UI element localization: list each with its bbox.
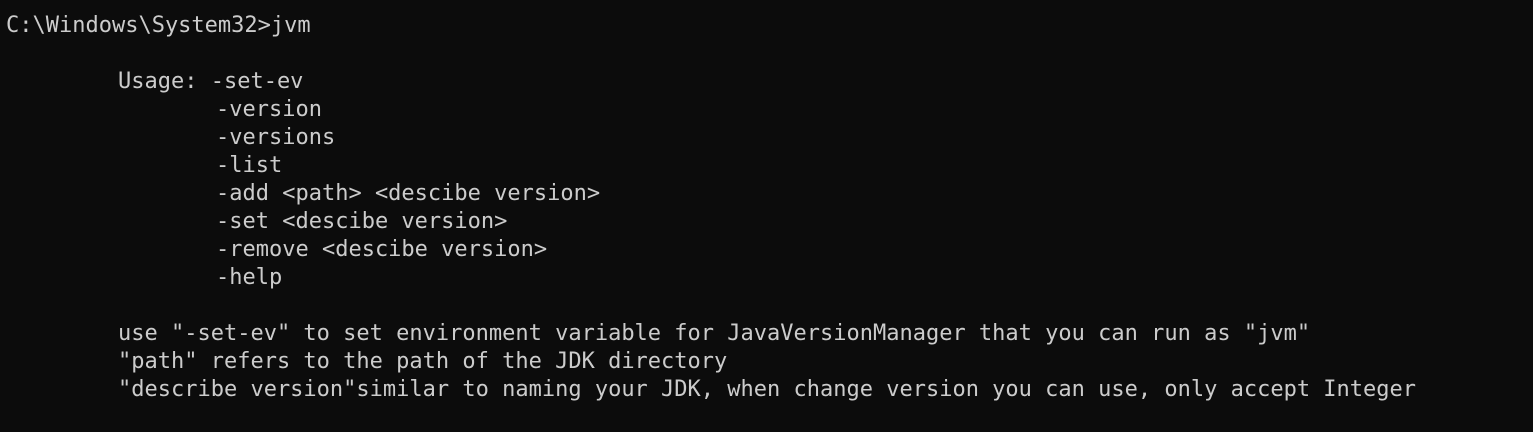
help-note: use "-set-ev" to set environment variabl… [118, 321, 1311, 346]
usage-option: -add <path> <descibe version> [216, 181, 601, 206]
usage-option: -versions [216, 125, 336, 150]
terminal-window[interactable]: C:\Windows\System32>jvm Usage: -set-ev -… [0, 0, 1533, 432]
usage-option: -remove <descibe version> [216, 237, 548, 262]
usage-option: -set <descibe version> [216, 209, 508, 234]
command-prompt-line: C:\Windows\System32>jvm [6, 13, 311, 38]
usage-option: -version [216, 97, 322, 122]
usage-option: -help [216, 265, 283, 290]
help-note: "path" refers to the path of the JDK dir… [118, 349, 728, 374]
usage-line: Usage: -set-ev [118, 69, 304, 94]
usage-option: -list [216, 153, 283, 178]
help-note: "describe version"similar to naming your… [118, 377, 1417, 402]
